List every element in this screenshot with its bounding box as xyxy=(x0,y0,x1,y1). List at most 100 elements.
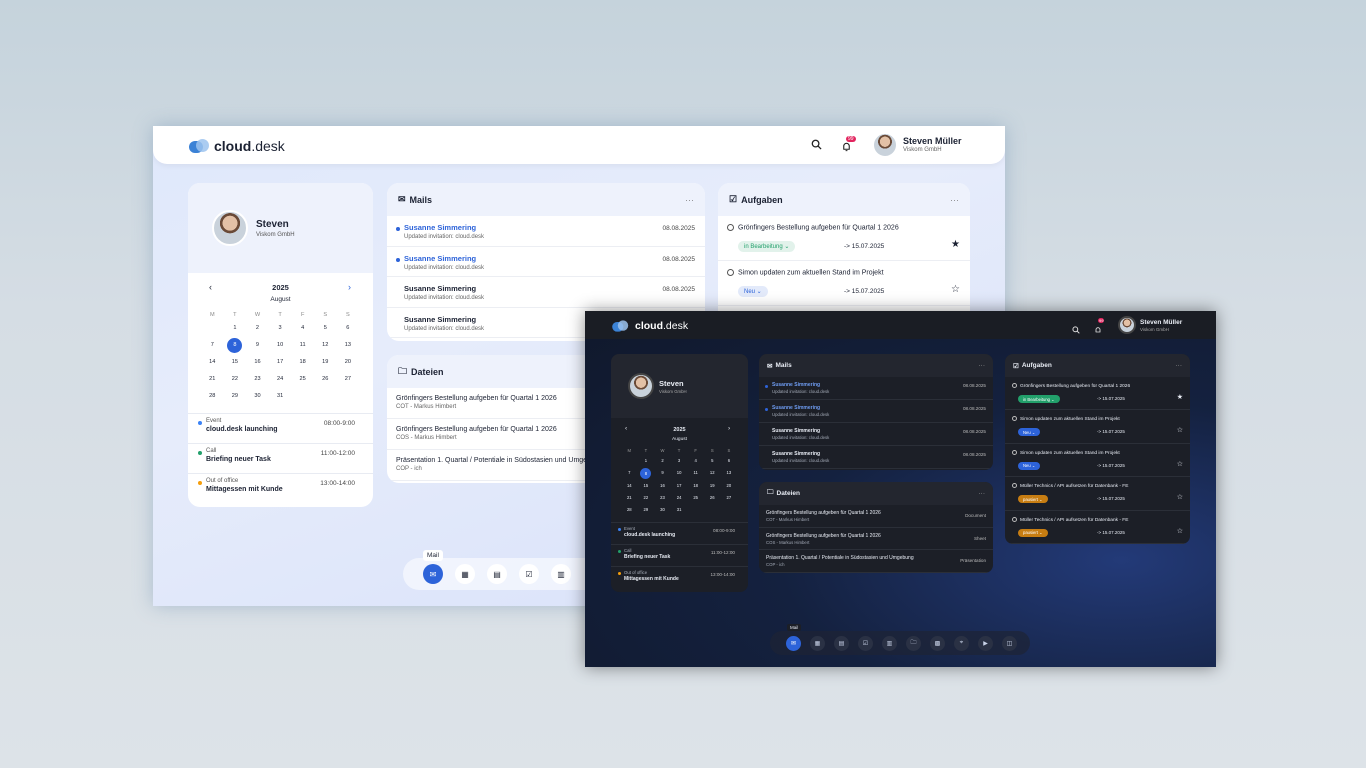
contacts-dock-button[interactable]: ▤ xyxy=(834,635,849,651)
task-status-pill[interactable]: Neu ⌄ xyxy=(738,286,768,297)
calendar-day[interactable]: 10 xyxy=(671,467,688,479)
calendar-day[interactable]: 27 xyxy=(721,492,738,504)
calendar-day[interactable]: 23 xyxy=(654,492,671,504)
task-status-pill[interactable]: pausiert ⌄ xyxy=(1018,495,1048,504)
tasks-dock-button[interactable]: ☑ xyxy=(858,635,873,651)
files-dock-button[interactable]: ▥ xyxy=(882,635,897,651)
calendar-day[interactable]: 16 xyxy=(246,354,269,371)
calendar-day[interactable]: 3 xyxy=(269,320,292,337)
calendar-day[interactable]: 13 xyxy=(337,337,360,354)
tasks-more-button[interactable]: ··· xyxy=(950,195,959,205)
calendar-day[interactable]: 18 xyxy=(291,354,314,371)
calendar-day[interactable]: 27 xyxy=(337,371,360,388)
calendar-day[interactable]: 29 xyxy=(224,388,247,405)
calendar-day[interactable]: 21 xyxy=(201,371,224,388)
calendar-day[interactable]: 5 xyxy=(704,455,721,467)
task-row[interactable]: Müller Technics / API aufsetzen für Date… xyxy=(1005,477,1190,511)
calendar-day[interactable]: 31 xyxy=(671,504,688,516)
mails-more-button[interactable]: ··· xyxy=(685,195,694,205)
task-checkbox[interactable] xyxy=(1012,416,1017,422)
folder-dock-button[interactable]: 🗀 xyxy=(906,635,921,651)
mail-row[interactable]: Susanne Simmering Updated invitation: clo… xyxy=(759,423,993,446)
mail-row[interactable]: Susanne Simmering Updated invitation: clo… xyxy=(387,247,705,277)
calendar-day[interactable]: 23 xyxy=(246,371,269,388)
calendar-day[interactable]: 8 xyxy=(227,338,243,353)
calendar-day[interactable]: 6 xyxy=(721,455,738,467)
task-checkbox[interactable] xyxy=(1012,483,1017,489)
notification-bell-icon[interactable]: 99 xyxy=(841,136,856,157)
calendar-day[interactable]: 12 xyxy=(704,467,721,479)
tasks-dock-button[interactable]: ☑ xyxy=(519,564,539,584)
dark-app-logo[interactable]: cloud .desk xyxy=(610,319,688,333)
mails-more-button[interactable]: ··· xyxy=(979,362,986,369)
mail-row[interactable]: Susanne Simmering Updated invitation: clo… xyxy=(387,277,705,308)
file-row[interactable]: Grönfingers Bestellung aufgeben für Quar… xyxy=(759,505,993,528)
calendar-day[interactable]: 19 xyxy=(704,480,721,492)
star-outline-icon[interactable]: ☆ xyxy=(1177,426,1183,434)
calendar-day[interactable]: 7 xyxy=(621,467,638,479)
calendar-day[interactable]: 6 xyxy=(337,320,360,337)
profile-avatar[interactable] xyxy=(212,210,248,246)
task-row[interactable]: Simon updaten zum aktuellen Stand im Pro… xyxy=(1005,410,1190,444)
task-checkbox[interactable] xyxy=(1012,383,1017,388)
files-more-button[interactable]: ··· xyxy=(979,490,986,497)
calendar-day[interactable]: 11 xyxy=(687,467,704,479)
event-item[interactable]: Event cloud.desk launching 08:00-9:00 xyxy=(611,522,748,544)
star-outline-icon[interactable]: ☆ xyxy=(951,284,960,295)
calendar-day[interactable]: 4 xyxy=(291,320,314,337)
location-dock-button[interactable]: ⌖ xyxy=(954,635,969,651)
calendar-day[interactable]: 1 xyxy=(224,320,247,337)
task-status-pill[interactable]: Neu ⌄ xyxy=(1018,461,1041,470)
contacts-dock-button[interactable]: ▤ xyxy=(487,564,507,584)
calendar-day[interactable]: 15 xyxy=(638,480,655,492)
event-item[interactable]: Out of office Mittagessen mit Kunde 13:00-… xyxy=(188,473,373,503)
calendar-day[interactable]: 3 xyxy=(671,455,688,467)
task-checkbox[interactable] xyxy=(1012,449,1017,455)
files-dock-button[interactable]: ▥ xyxy=(551,564,571,584)
task-status-pill[interactable]: pausiert ⌄ xyxy=(1018,528,1048,537)
calendar-day[interactable]: 29 xyxy=(638,504,655,516)
task-checkbox[interactable] xyxy=(1012,516,1017,522)
star-outline-icon[interactable]: ☆ xyxy=(1177,527,1183,535)
calendar-day[interactable]: 26 xyxy=(704,492,721,504)
star-filled-icon[interactable]: ★ xyxy=(1177,393,1183,401)
calendar-day[interactable]: 13 xyxy=(721,467,738,479)
file-row[interactable]: Präsentation 1. Quartal / Potentiale in … xyxy=(759,550,993,573)
calendar-day[interactable]: 9 xyxy=(654,467,671,479)
calendar-day[interactable]: 2 xyxy=(654,455,671,467)
star-outline-icon[interactable]: ☆ xyxy=(1177,460,1183,468)
tasks-more-button[interactable]: ··· xyxy=(1176,362,1183,369)
calendar-day[interactable]: 30 xyxy=(654,504,671,516)
apps-dock-button[interactable]: ▩ xyxy=(930,635,945,651)
calendar-day[interactable]: 28 xyxy=(621,504,638,516)
calendar-day[interactable]: 25 xyxy=(687,492,704,504)
calendar-day[interactable]: 25 xyxy=(291,371,314,388)
task-row[interactable]: Grönfingers Bestellung aufgeben für Quar… xyxy=(718,216,970,261)
star-filled-icon[interactable]: ★ xyxy=(951,239,960,250)
task-status-pill[interactable]: Neu ⌄ xyxy=(1018,428,1041,437)
mail-row[interactable]: Susanne Simmering Updated invitation: clo… xyxy=(759,377,993,400)
star-outline-icon[interactable]: ☆ xyxy=(1177,493,1183,501)
calendar-day[interactable]: 30 xyxy=(246,388,269,405)
calendar-day[interactable]: 16 xyxy=(654,480,671,492)
calendar-day[interactable]: 28 xyxy=(201,388,224,405)
calendar-day[interactable]: 7 xyxy=(201,337,224,354)
file-row[interactable]: Grönfingers Bestellung aufgeben für Quar… xyxy=(759,528,993,550)
avatar[interactable] xyxy=(1118,316,1136,334)
event-item[interactable]: Out of office Mittagessen mit Kunde 13:00-… xyxy=(611,566,748,588)
calendar-day[interactable]: 18 xyxy=(687,480,704,492)
calendar-day[interactable]: 8 xyxy=(640,467,652,479)
calendar-day[interactable]: 10 xyxy=(269,337,292,354)
mail-row[interactable]: Susanne Simmering Updated invitation: clo… xyxy=(759,446,993,469)
video-dock-button[interactable]: ▶ xyxy=(978,635,993,651)
task-row[interactable]: Simon updaten zum aktuellen Stand im Pro… xyxy=(718,261,970,306)
calendar-day[interactable]: 1 xyxy=(638,455,655,467)
task-checkbox[interactable] xyxy=(727,224,734,231)
task-status-pill[interactable]: in Bearbeitung ⌄ xyxy=(738,241,796,252)
calendar-day[interactable]: 20 xyxy=(721,480,738,492)
calendar-day[interactable]: 15 xyxy=(224,354,247,371)
calendar-day[interactable]: 12 xyxy=(314,337,337,354)
calendar-day[interactable]: 21 xyxy=(621,492,638,504)
calendar-day[interactable]: 14 xyxy=(201,354,224,371)
event-item[interactable]: Event cloud.desk launching 08:00-9:00 xyxy=(188,413,373,443)
